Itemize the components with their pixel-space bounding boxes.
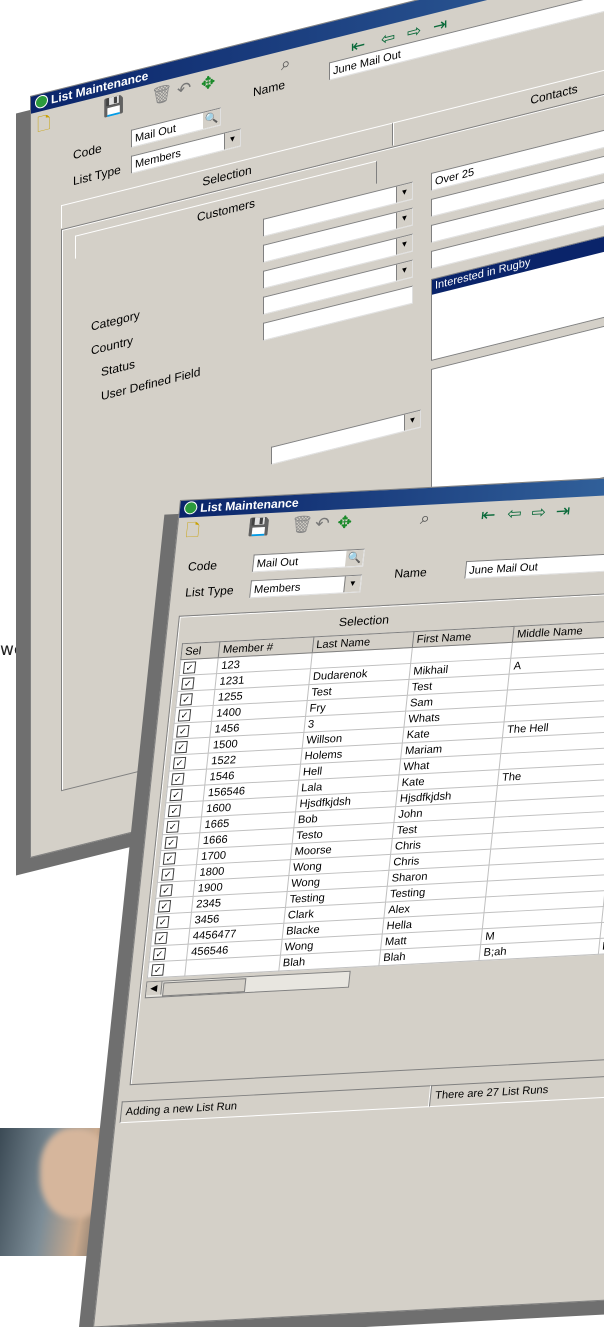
select-checkbox[interactable]: ✓ [167, 804, 182, 817]
member-grid[interactable]: Sel Member # Last Name First Name Middle Nam… [146, 617, 604, 979]
name-field[interactable]: June Mail Out [464, 549, 604, 580]
scroll-left-icon[interactable]: ◀ [146, 981, 163, 996]
table-cell: Blah [597, 935, 604, 955]
delete-icon[interactable]: 🗑 [290, 515, 314, 536]
select-checkbox[interactable]: ✓ [169, 788, 183, 801]
select-checkbox[interactable]: ✓ [176, 724, 190, 738]
select-checkbox[interactable]: ✓ [171, 772, 185, 785]
first-record-icon[interactable]: ⇤ [480, 505, 496, 526]
front-window: List Maintenance 🗋 💾 🗑 ↶ ✥ ⌕ ⇤ ⇦ ⇨ ⇥ Cod… [93, 472, 604, 1327]
next-record-icon[interactable]: ⇨ [530, 503, 547, 524]
save-icon[interactable]: 💾 [247, 517, 271, 538]
select-checkbox[interactable]: ✓ [154, 931, 168, 944]
lookup-icon[interactable]: 🔍 [203, 108, 220, 129]
refresh-icon[interactable]: ✥ [201, 72, 215, 96]
chevron-down-icon[interactable]: ▼ [396, 182, 412, 203]
select-checkbox[interactable]: ✓ [166, 819, 180, 833]
list-type-value: Members [135, 147, 181, 171]
code-value: Mail Out [135, 122, 176, 145]
select-checkbox[interactable]: ✓ [174, 740, 188, 753]
find-icon[interactable]: ⌕ [281, 53, 291, 75]
select-checkbox[interactable]: ✓ [181, 676, 195, 690]
chevron-down-icon[interactable]: ▼ [224, 129, 240, 150]
name-value: June Mail Out [468, 561, 539, 577]
status-right: There are 27 List Runs [428, 1074, 604, 1108]
prev-record-icon[interactable]: ⇦ [506, 504, 522, 525]
selection-label: Selection [338, 612, 390, 630]
select-checkbox[interactable]: ✓ [164, 835, 178, 849]
name-label: Name [393, 565, 428, 581]
app-icon [183, 501, 198, 515]
select-checkbox[interactable]: ✓ [157, 899, 172, 913]
select-checkbox[interactable]: ✓ [159, 883, 173, 897]
code-label: Code [73, 141, 102, 163]
new-icon[interactable]: 🗋 [185, 521, 201, 542]
code-field[interactable]: Mail Out 🔍 [251, 548, 365, 573]
select-checkbox[interactable]: ✓ [179, 692, 193, 706]
find-icon[interactable]: ⌕ [419, 509, 431, 529]
select-checkbox[interactable]: ✓ [151, 963, 165, 976]
select-checkbox[interactable]: ✓ [182, 660, 197, 674]
select-checkbox[interactable]: ✓ [177, 708, 192, 722]
code-label: Code [187, 558, 218, 574]
list-type-value: Members [253, 581, 301, 597]
select-checkbox[interactable]: ✓ [152, 947, 167, 960]
undo-icon[interactable]: ↶ [314, 514, 330, 535]
chevron-down-icon[interactable]: ▼ [343, 575, 362, 593]
status-left: Adding a new List Run [119, 1085, 432, 1124]
select-checkbox[interactable]: ✓ [161, 867, 175, 881]
list-type-label: List Type [184, 583, 235, 600]
save-icon[interactable]: 💾 [103, 95, 124, 120]
refresh-icon[interactable]: ✥ [336, 513, 352, 534]
undo-icon[interactable]: ↶ [177, 78, 191, 102]
delete-icon[interactable]: 🗑 [151, 82, 173, 107]
select-checkbox[interactable]: ✓ [162, 851, 177, 865]
list-type-label: List Type [73, 162, 121, 189]
code-value: Mail Out [256, 556, 299, 571]
list-type-select[interactable]: Members ▼ [249, 574, 363, 599]
chevron-down-icon[interactable]: ▼ [396, 260, 412, 281]
select-checkbox[interactable]: ✓ [172, 756, 187, 769]
chevron-down-icon[interactable]: ▼ [396, 208, 412, 229]
chevron-down-icon[interactable]: ▼ [404, 410, 420, 431]
table-cell [599, 919, 604, 939]
sel-cell[interactable]: ✓ [147, 960, 187, 978]
new-icon[interactable]: 🗋 [37, 113, 51, 136]
last-record-icon[interactable]: ⇥ [555, 501, 571, 522]
lookup-icon[interactable]: 🔍 [344, 549, 364, 567]
chevron-down-icon[interactable]: ▼ [396, 234, 412, 255]
select-checkbox[interactable]: ✓ [156, 915, 170, 929]
app-icon [35, 93, 48, 110]
